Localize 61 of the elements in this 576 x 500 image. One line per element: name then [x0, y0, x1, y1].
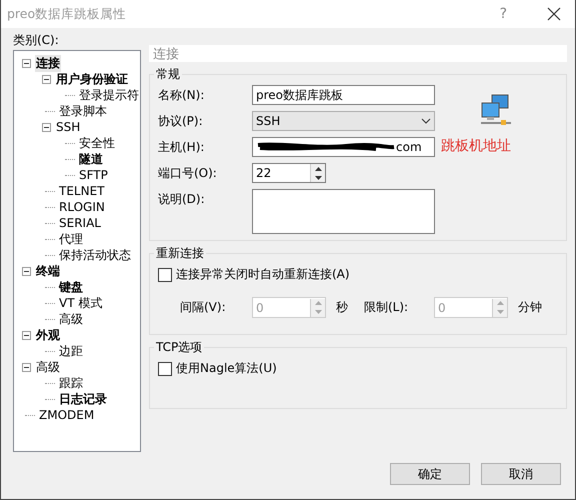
window-title: preo数据库跳板属性	[7, 6, 128, 22]
tree-item[interactable]: 边距	[58, 342, 84, 360]
tree-item[interactable]: 日志记录	[58, 390, 108, 408]
spin-label: 限制(L):	[364, 299, 410, 316]
tree-item[interactable]: 登录脚本	[58, 102, 108, 120]
tree-item[interactable]: 连接	[35, 54, 61, 72]
field-label: 主机(H):	[158, 139, 206, 156]
input-field[interactable]: com	[252, 137, 435, 157]
tree-item[interactable]: 安全性	[78, 134, 116, 152]
collapse-icon[interactable]	[22, 362, 31, 372]
tree-item[interactable]: 保持活动状态	[58, 246, 132, 264]
tree-item[interactable]: 高级	[35, 358, 61, 376]
tree-item[interactable]: 外观	[35, 326, 61, 344]
field-value: com	[396, 140, 422, 154]
dialog-button[interactable]: 取消	[481, 463, 561, 485]
group-title: TCP选项	[155, 339, 204, 356]
tree-item[interactable]: 键盘	[58, 278, 84, 296]
tree-item[interactable]: TELNET	[58, 184, 106, 198]
field-label: 名称(N):	[158, 87, 206, 104]
tree-item[interactable]: RLOGIN	[58, 200, 106, 214]
close-icon[interactable]	[547, 7, 561, 21]
collapse-icon[interactable]	[42, 122, 51, 132]
field-label: 说明(D):	[158, 191, 206, 208]
field-label: 端口号(O):	[158, 165, 218, 182]
tree-item[interactable]: 用户身份验证	[55, 70, 129, 88]
chevron-down-icon	[421, 118, 431, 124]
collapse-icon[interactable]	[22, 58, 31, 68]
panel-heading: 连接	[149, 45, 567, 62]
tree-item[interactable]: 跟踪	[58, 374, 84, 392]
annotation-text: 跳板机地址	[441, 137, 511, 155]
unit-label: 分钟	[518, 299, 542, 316]
input-field[interactable]: preo数据库跳板	[252, 85, 435, 105]
tree-item[interactable]: VT 模式	[58, 294, 104, 312]
tree-item[interactable]: ZMODEM	[38, 408, 96, 422]
tree-item[interactable]: 高级	[58, 310, 84, 328]
tree-item[interactable]: SSH	[55, 120, 82, 134]
tree-item[interactable]: 代理	[58, 230, 84, 248]
tree-item[interactable]: SERIAL	[58, 216, 102, 230]
tree-item[interactable]: 登录提示符	[78, 86, 140, 104]
unit-label: 秒	[336, 299, 348, 316]
dialog-button[interactable]: 确定	[390, 463, 470, 485]
tree-item[interactable]: SFTP	[78, 168, 109, 182]
collapse-icon[interactable]	[22, 330, 31, 340]
nagle-checkbox[interactable]: 使用Nagle算法(U)	[158, 360, 558, 377]
group-title: 常规	[155, 66, 181, 83]
reconnect-checkbox[interactable]: 连接异常关闭时自动重新连接(A)	[158, 266, 558, 283]
network-computers-icon	[479, 93, 513, 127]
spin-label: 间隔(V):	[180, 299, 227, 316]
field-value: preo数据库跳板	[256, 86, 344, 104]
collapse-icon[interactable]	[42, 74, 51, 84]
tree-item[interactable]: 隧道	[78, 150, 104, 168]
port-spinbox[interactable]: 22	[252, 163, 326, 183]
description-field[interactable]	[252, 189, 435, 234]
group-title: 重新连接	[155, 245, 205, 262]
category-label: 类别(C):	[13, 32, 60, 49]
collapse-icon[interactable]	[22, 266, 31, 276]
tree-item[interactable]: 终端	[35, 262, 61, 280]
help-button[interactable]: ?	[500, 6, 507, 22]
protocol-dropdown[interactable]: SSH	[252, 111, 435, 131]
spin-buttons[interactable]	[310, 164, 325, 182]
field-label: 协议(P):	[158, 113, 204, 130]
